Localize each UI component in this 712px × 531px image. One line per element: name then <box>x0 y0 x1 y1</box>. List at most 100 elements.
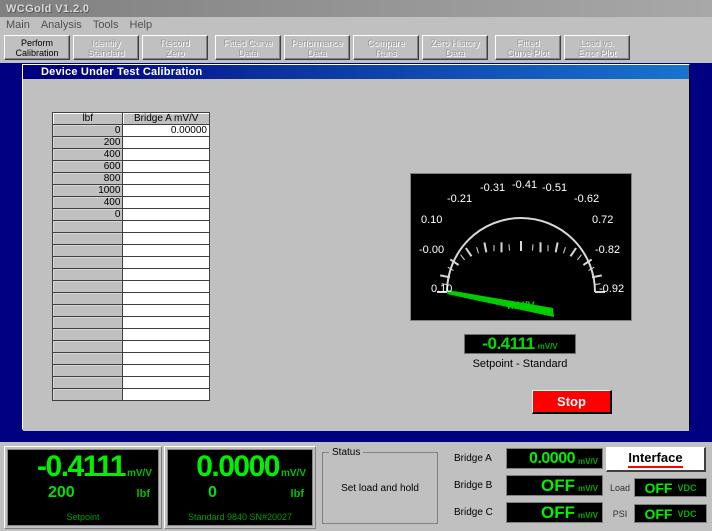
cell-lbf[interactable] <box>53 221 123 233</box>
psi-value: OFF <box>644 506 672 522</box>
stop-button[interactable]: Stop <box>532 390 612 414</box>
toolbar-button-perform-calibration[interactable]: Perform Calibration <box>4 35 70 60</box>
cell-bridge-a[interactable] <box>123 257 210 269</box>
calibration-table[interactable]: lbf Bridge A mV/V 00.00000 200 400 600 8… <box>52 112 210 401</box>
toolbar-button-record-zero[interactable]: Record Zero <box>142 35 208 60</box>
table-row[interactable] <box>53 317 210 329</box>
toolbar-button-load-vs-error-plot[interactable]: Load vs. Error Plot <box>564 35 630 60</box>
cell-bridge-a[interactable] <box>123 149 210 161</box>
toolbar-button-identify-standard[interactable]: Identify Standard <box>73 35 139 60</box>
interface-button[interactable]: Interface <box>606 447 706 472</box>
cell-bridge-a[interactable] <box>123 173 210 185</box>
toolbar-button-line2: Data <box>307 48 326 58</box>
cell-bridge-a[interactable] <box>123 377 210 389</box>
cell-lbf[interactable]: 400 <box>53 197 123 209</box>
cell-bridge-a[interactable] <box>123 341 210 353</box>
cell-bridge-a[interactable] <box>123 281 210 293</box>
toolbar-button-performance-data[interactable]: Performance Data <box>284 35 350 60</box>
cell-lbf[interactable]: 800 <box>53 173 123 185</box>
table-row[interactable] <box>53 353 210 365</box>
table-row[interactable]: 800 <box>53 173 210 185</box>
cell-bridge-a[interactable] <box>123 197 210 209</box>
cell-lbf[interactable] <box>53 317 123 329</box>
cell-bridge-a[interactable] <box>123 317 210 329</box>
menu-item-tools[interactable]: Tools <box>93 19 126 31</box>
menu-item-main[interactable]: Main <box>6 19 37 31</box>
table-row[interactable]: 1000 <box>53 185 210 197</box>
cell-lbf[interactable] <box>53 233 123 245</box>
cell-lbf[interactable]: 400 <box>53 149 123 161</box>
cell-lbf[interactable]: 1000 <box>53 185 123 197</box>
cell-lbf[interactable] <box>53 377 123 389</box>
cell-bridge-a[interactable] <box>123 233 210 245</box>
cell-bridge-a[interactable] <box>123 365 210 377</box>
toolbar-button-line1: Perform <box>21 38 53 48</box>
cell-bridge-a[interactable] <box>123 137 210 149</box>
standard-display: 0.0000 mV/V 0 lbf Standard 9840 SN#20027 <box>167 449 313 526</box>
cell-lbf[interactable] <box>53 305 123 317</box>
toolbar-button-line1: Fitted Curve <box>223 38 272 48</box>
cell-bridge-a[interactable] <box>123 185 210 197</box>
table-row[interactable]: 00.00000 <box>53 125 210 137</box>
table-row[interactable] <box>53 221 210 233</box>
table-row[interactable] <box>53 281 210 293</box>
cell-bridge-a[interactable] <box>123 305 210 317</box>
table-row[interactable] <box>53 365 210 377</box>
cell-bridge-a[interactable] <box>123 209 210 221</box>
toolbar-button-compare-runs[interactable]: Compare Runs <box>353 35 419 60</box>
cell-lbf[interactable] <box>53 341 123 353</box>
table-row[interactable] <box>53 293 210 305</box>
table-row[interactable] <box>53 389 210 401</box>
cell-bridge-a[interactable] <box>123 329 210 341</box>
psi-unit: VDC <box>677 509 696 519</box>
cell-lbf[interactable]: 0 <box>53 125 123 137</box>
setpoint-primary-line: -0.4111 mV/V <box>8 452 158 482</box>
cell-lbf[interactable] <box>53 353 123 365</box>
toolbar-button-line1: Record <box>160 38 189 48</box>
toolbar-button-fitted-curve-data[interactable]: Fitted Curve Data <box>215 35 281 60</box>
toolbar-button-fitted-curve-plot[interactable]: Fitted Curve Plot <box>495 35 561 60</box>
cell-lbf[interactable] <box>53 389 123 401</box>
cell-lbf[interactable] <box>53 281 123 293</box>
table-row[interactable]: 0 <box>53 209 210 221</box>
cell-bridge-a[interactable] <box>123 293 210 305</box>
menu-item-analysis[interactable]: Analysis <box>41 19 89 31</box>
cell-lbf[interactable]: 200 <box>53 137 123 149</box>
table-row[interactable]: 600 <box>53 161 210 173</box>
table-row[interactable] <box>53 341 210 353</box>
table-row[interactable] <box>53 269 210 281</box>
setpoint-load-unit: lbf <box>137 488 150 500</box>
setpoint-panel: -0.4111 mV/V 200 lbf Setpoint <box>4 446 162 529</box>
bridge-a-display: 0.0000 mV/V <box>506 448 603 469</box>
menu-bar: Main Analysis Tools Help <box>0 17 712 33</box>
toolbar-button-zero-history-data[interactable]: Zero History Data <box>422 35 488 60</box>
cell-lbf[interactable]: 0 <box>53 209 123 221</box>
table-row[interactable]: 200 <box>53 137 210 149</box>
table-row[interactable] <box>53 257 210 269</box>
cell-bridge-a[interactable] <box>123 161 210 173</box>
cell-bridge-a[interactable] <box>123 353 210 365</box>
menu-item-help[interactable]: Help <box>130 19 160 31</box>
cell-bridge-a[interactable] <box>123 389 210 401</box>
bridge-a-unit: mV/V <box>578 457 598 466</box>
cell-bridge-a[interactable]: 0.00000 <box>123 125 210 137</box>
cell-bridge-a[interactable] <box>123 245 210 257</box>
cell-lbf[interactable] <box>53 257 123 269</box>
cell-lbf[interactable] <box>53 293 123 305</box>
cell-lbf[interactable] <box>53 245 123 257</box>
table-row[interactable] <box>53 245 210 257</box>
cell-lbf[interactable] <box>53 269 123 281</box>
table-row[interactable] <box>53 329 210 341</box>
cell-lbf[interactable]: 600 <box>53 161 123 173</box>
table-row[interactable] <box>53 305 210 317</box>
cell-lbf[interactable] <box>53 365 123 377</box>
cell-bridge-a[interactable] <box>123 269 210 281</box>
table-row[interactable] <box>53 377 210 389</box>
cell-lbf[interactable] <box>53 329 123 341</box>
table-row[interactable]: 400 <box>53 197 210 209</box>
table-row[interactable] <box>53 233 210 245</box>
bottom-status-bar: -0.4111 mV/V 200 lbf Setpoint 0.0000 mV/… <box>0 442 712 531</box>
table-row[interactable]: 400 <box>53 149 210 161</box>
cell-bridge-a[interactable] <box>123 221 210 233</box>
standard-panel: 0.0000 mV/V 0 lbf Standard 9840 SN#20027 <box>164 446 316 529</box>
